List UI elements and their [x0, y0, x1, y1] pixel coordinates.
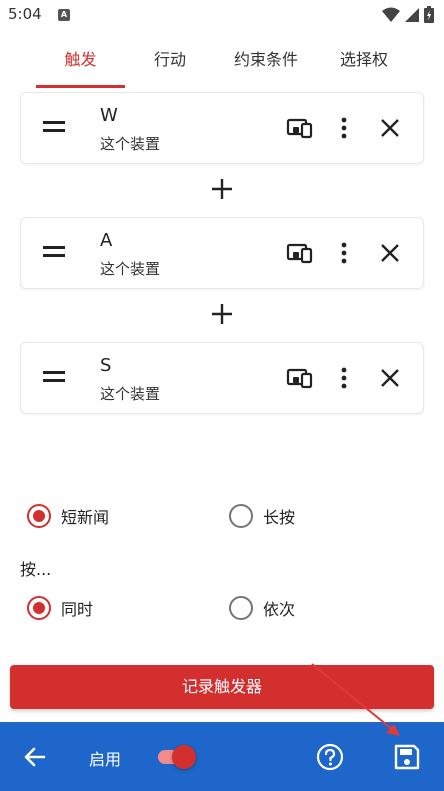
radio-label: 依次	[263, 600, 296, 619]
plus-icon	[212, 179, 232, 199]
trigger-key: A	[100, 230, 113, 251]
trigger-card: S 这个装置	[20, 342, 424, 414]
save-icon[interactable]	[393, 743, 421, 771]
app-notification-icon: A	[58, 9, 70, 21]
radio-label: 同时	[61, 600, 94, 619]
status-icons	[382, 6, 434, 23]
drag-handle-icon[interactable]	[43, 371, 67, 385]
status-time: 5:04	[8, 5, 42, 23]
radio-button[interactable]	[229, 596, 253, 620]
close-icon[interactable]	[375, 363, 405, 393]
drag-handle-icon[interactable]	[43, 246, 67, 260]
device-icon[interactable]	[285, 113, 315, 143]
record-trigger-button[interactable]: 记录触发器	[10, 665, 434, 709]
trigger-key: W	[100, 105, 118, 126]
switch-thumb	[172, 745, 196, 769]
trigger-card: W 这个装置	[20, 92, 424, 164]
radio-button[interactable]	[229, 504, 253, 528]
drag-handle-icon[interactable]	[43, 121, 67, 135]
back-arrow-icon[interactable]	[22, 744, 48, 770]
status-bar: 5:04 A	[0, 0, 444, 32]
plus-icon	[212, 304, 232, 324]
press-section-label: 按...	[20, 560, 52, 579]
radio-sequential[interactable]: 依次	[229, 596, 295, 620]
help-icon[interactable]	[316, 743, 344, 771]
radio-label: 长按	[263, 508, 296, 527]
close-icon[interactable]	[375, 238, 405, 268]
enable-label: 启用	[89, 750, 122, 769]
radio-button-checked[interactable]	[27, 596, 51, 620]
enable-switch[interactable]	[156, 744, 196, 770]
radio-label: 短新闻	[61, 508, 110, 527]
device-icon[interactable]	[285, 363, 315, 393]
trigger-key: S	[100, 355, 112, 376]
more-options-icon[interactable]	[329, 113, 359, 143]
trigger-card: A 这个装置	[20, 217, 424, 289]
battery-icon	[424, 6, 434, 23]
signal-icon	[405, 7, 419, 22]
radio-short-press[interactable]: 短新闻	[27, 504, 109, 528]
trigger-device: 这个装置	[100, 260, 161, 278]
device-icon[interactable]	[285, 238, 315, 268]
tab-indicator	[36, 85, 125, 88]
trigger-device: 这个装置	[100, 385, 161, 403]
tab-trigger[interactable]: 触发	[36, 32, 125, 88]
tab-constraints[interactable]: 约束条件	[218, 32, 314, 88]
tab-bar: 触发 行动 约束条件 选择权	[0, 32, 444, 88]
close-icon[interactable]	[375, 113, 405, 143]
radio-long-press[interactable]: 长按	[229, 504, 295, 528]
bottom-app-bar: 启用	[0, 722, 444, 791]
trigger-device: 这个装置	[100, 135, 161, 153]
radio-button-checked[interactable]	[27, 504, 51, 528]
tab-options[interactable]: 选择权	[328, 32, 400, 88]
more-options-icon[interactable]	[329, 363, 359, 393]
more-options-icon[interactable]	[329, 238, 359, 268]
tab-action[interactable]: 行动	[138, 32, 202, 88]
radio-simultaneous[interactable]: 同时	[27, 596, 93, 620]
wifi-icon	[382, 7, 400, 22]
